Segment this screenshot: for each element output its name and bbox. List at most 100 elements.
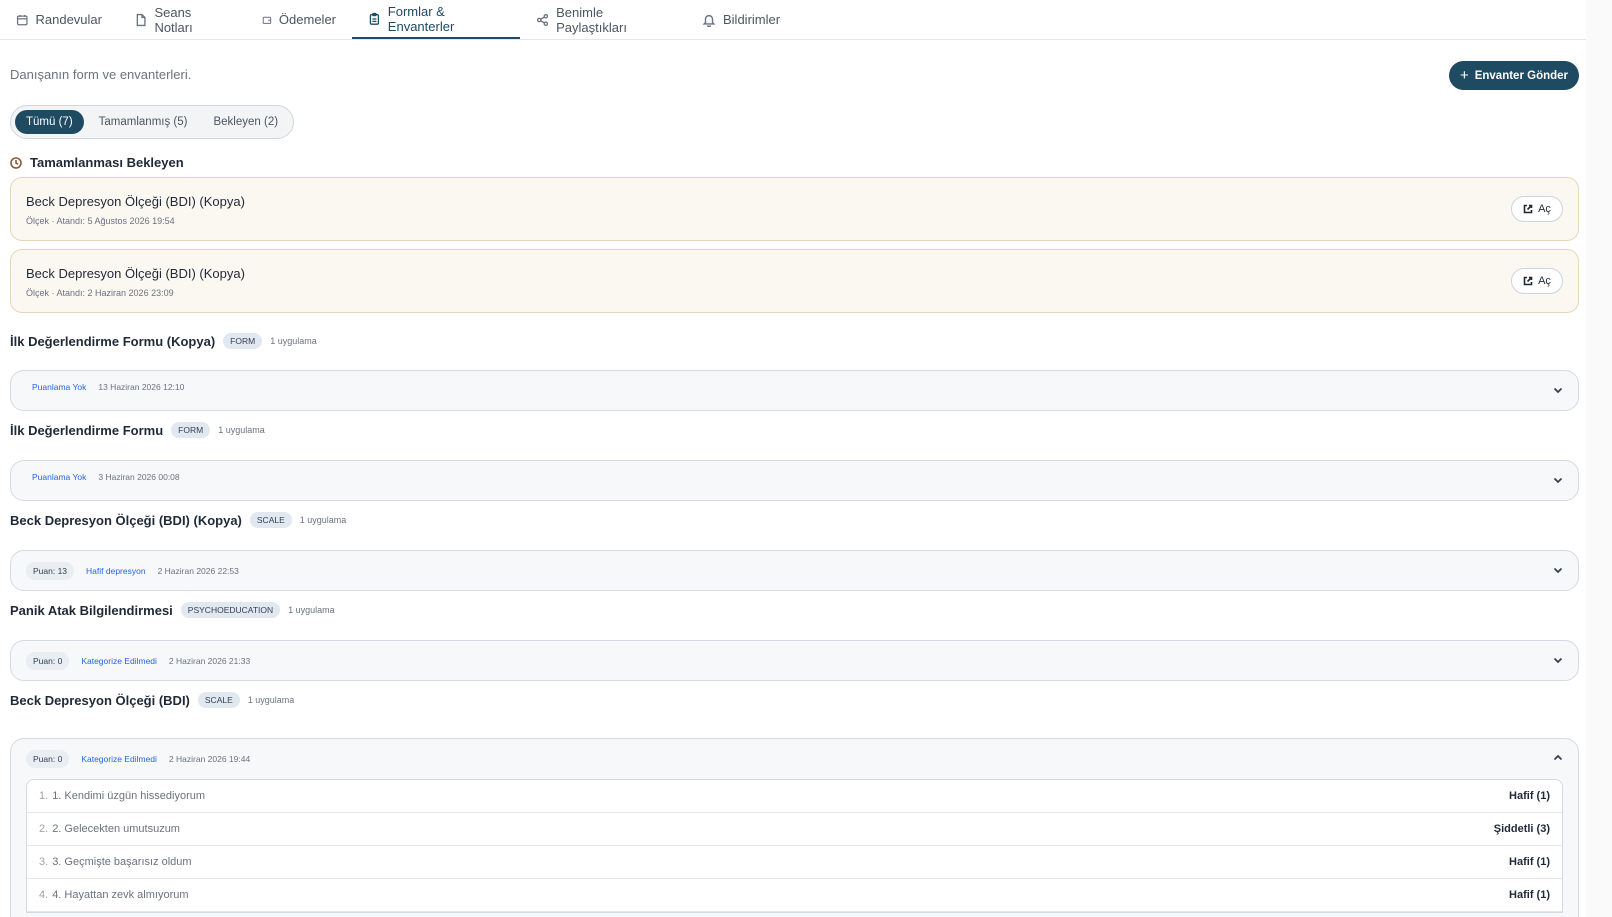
form-result-accordion[interactable]: Puanlama Yok 3 Haziran 2026 00:08 — [10, 460, 1579, 501]
wallet-icon — [262, 16, 272, 24]
form-usage-count: 1 uygulama — [270, 336, 317, 346]
form-type-badge: FORM — [171, 422, 211, 438]
result-category: Hafif depresyon — [86, 566, 146, 576]
page-subtitle: Danışanın form ve envanterleri. — [10, 67, 192, 82]
form-type-badge: PSYCHOEDUCATION — [180, 602, 281, 618]
result-date: 2 Haziran 2026 22:53 — [157, 566, 239, 576]
answer-question: 4. Hayattan zevk almıyorum — [52, 889, 189, 901]
answer-row: 3. 3. Geçmişte başarısız oldum Hafif (1) — [27, 846, 1562, 879]
tab-randevular[interactable]: Randevular — [0, 0, 118, 39]
tab-label: Seans Notları — [154, 4, 193, 35]
pending-item-meta: Ölçek · Atandı: 5 Ağustos 2026 19:54 — [26, 216, 175, 226]
form-header: İlk Değerlendirme Formu (Kopya) FORM 1 u… — [10, 333, 317, 349]
score-badge: Puan: 0 — [26, 750, 70, 768]
tab-label: Formlar & Envanterler — [387, 3, 455, 34]
form-header: Beck Depresyon Ölçeği (BDI) SCALE 1 uygu… — [10, 692, 294, 708]
form-result-accordion-expanded: Puan: 0 Kategorize Edilmedi 2 Haziran 20… — [10, 738, 1579, 917]
tab-label: Randevular — [35, 12, 103, 27]
external-link-icon — [1523, 204, 1533, 214]
result-date: 2 Haziran 2026 19:44 — [168, 754, 251, 764]
result-summary: Puan: 13 Hafif depresyon 2 Haziran 2026 … — [26, 562, 239, 580]
form-type-badge: SCALE — [249, 512, 292, 528]
result-category: Puanlama Yok — [32, 382, 87, 392]
result-date: 13 Haziran 2026 12:10 — [98, 382, 185, 392]
form-usage-count: 1 uygulama — [218, 425, 265, 435]
bell-icon — [702, 14, 716, 27]
form-usage-count: 1 uygulama — [247, 695, 295, 705]
answer-question: 3. Geçmişte başarısız oldum — [52, 856, 192, 868]
chevron-down-icon[interactable] — [1552, 654, 1564, 666]
open-button-label: Aç — [1538, 203, 1551, 215]
chevron-down-icon[interactable] — [1552, 474, 1564, 486]
pending-item: Beck Depresyon Ölçeği (BDI) (Kopya) Ölçe… — [10, 249, 1579, 313]
result-category: Kategorize Edilmedi — [81, 656, 157, 666]
tab-label: Ödemeler — [278, 12, 336, 27]
result-summary: Puanlama Yok 3 Haziran 2026 00:08 — [26, 472, 180, 482]
form-result-accordion[interactable]: Puanlama Yok 13 Haziran 2026 12:10 — [10, 370, 1579, 411]
form-result-accordion[interactable]: Puan: 0 Kategorize Edilmedi 2 Haziran 20… — [10, 640, 1579, 681]
tab-seans-notlari[interactable]: Seans Notları — [118, 0, 246, 39]
answer-value: Şiddetli (3) — [1493, 823, 1550, 835]
form-header: İlk Değerlendirme Formu FORM 1 uygulama — [10, 422, 265, 438]
result-summary: Puan: 0 Kategorize Edilmedi 2 Haziran 20… — [26, 652, 250, 670]
answer-row: 4. 4. Hayattan zevk almıyorum Hafif (1) — [27, 879, 1562, 912]
open-button[interactable]: Aç — [1511, 268, 1563, 294]
open-button[interactable]: Aç — [1511, 196, 1563, 222]
scrollbar[interactable] — [1586, 0, 1612, 917]
filter-pending[interactable]: Bekleyen (2) — [202, 110, 289, 134]
form-title: İlk Değerlendirme Formu — [10, 422, 164, 438]
pending-section-title: Tamamlanması Bekleyen — [30, 155, 184, 170]
chevron-down-icon[interactable] — [1552, 384, 1564, 396]
plus-icon: + — [1459, 67, 1469, 84]
chevron-up-icon[interactable] — [1552, 752, 1564, 764]
form-title: Beck Depresyon Ölçeği (BDI) (Kopya) — [10, 512, 242, 528]
pending-section-header: Tamamlanması Bekleyen — [10, 155, 184, 170]
clock-icon — [10, 156, 22, 169]
filter-group: Tümü (7) Tamamlanmış (5) Bekleyen (2) — [10, 105, 295, 139]
result-category: Puanlama Yok — [32, 472, 87, 482]
answer-row: 2. 2. Gelecekten umutsuzum Şiddetli (3) — [27, 813, 1562, 846]
external-link-icon — [1523, 276, 1533, 286]
document-icon — [136, 13, 146, 26]
open-button-label: Aç — [1538, 275, 1551, 287]
answer-number: 2. — [39, 823, 49, 835]
answer-row: 1. 1. Kendimi üzgün hissediyorum Hafif (1… — [27, 780, 1562, 813]
chevron-down-icon[interactable] — [1552, 564, 1564, 576]
pending-item-title: Beck Depresyon Ölçeği (BDI) (Kopya) — [26, 194, 245, 209]
answers-list: 1. 1. Kendimi üzgün hissediyorum Hafif (1… — [26, 779, 1563, 913]
calendar-icon — [16, 14, 28, 25]
tab-label: Bildirimler — [723, 12, 781, 27]
answer-question: 1. Kendimi üzgün hissediyorum — [52, 790, 206, 802]
answer-question: 2. Gelecekten umutsuzum — [52, 823, 180, 835]
form-title: Panik Atak Bilgilendirmesi — [10, 602, 173, 618]
tab-label: Benimle Paylaştıkları — [556, 4, 627, 35]
result-category: Kategorize Edilmedi — [81, 754, 157, 764]
answer-value: Hafif (1) — [1509, 856, 1550, 868]
tab-odemeler[interactable]: Ödemeler — [246, 0, 352, 39]
tab-bar: Randevular Seans Notları Ödemeler Formla… — [0, 0, 1586, 40]
send-inventory-label: Envanter Gönder — [1474, 69, 1569, 82]
filter-all[interactable]: Tümü (7) — [15, 110, 84, 134]
filter-completed[interactable]: Tamamlanmış (5) — [88, 110, 199, 134]
result-summary: Puan: 0 Kategorize Edilmedi 2 Haziran 20… — [26, 750, 250, 768]
accordion-header[interactable]: Puan: 0 Kategorize Edilmedi 2 Haziran 20… — [11, 739, 1578, 779]
pending-item-meta: Ölçek · Atandı: 2 Haziran 2026 23:09 — [26, 288, 174, 298]
tab-bildirimler[interactable]: Bildirimler — [686, 0, 798, 39]
tab-benimle-paylastiklari[interactable]: Benimle Paylaştıkları — [520, 0, 686, 39]
pending-item-title: Beck Depresyon Ölçeği (BDI) (Kopya) — [26, 266, 245, 281]
form-header: Beck Depresyon Ölçeği (BDI) (Kopya) SCAL… — [10, 512, 346, 528]
form-usage-count: 1 uygulama — [288, 605, 335, 615]
score-badge: Puan: 13 — [26, 562, 75, 580]
send-inventory-button[interactable]: + Envanter Gönder — [1449, 61, 1579, 90]
answer-number: 3. — [39, 856, 49, 868]
form-type-badge: SCALE — [197, 692, 240, 708]
form-result-accordion[interactable]: Puan: 13 Hafif depresyon 2 Haziran 2026 … — [10, 550, 1579, 591]
result-date: 2 Haziran 2026 21:33 — [168, 656, 251, 666]
tab-formlar-envanterler[interactable]: Formlar & Envanterler — [352, 0, 520, 39]
pending-item: Beck Depresyon Ölçeği (BDI) (Kopya) Ölçe… — [10, 177, 1579, 241]
form-title: İlk Değerlendirme Formu (Kopya) — [10, 333, 216, 349]
answer-value: Hafif (1) — [1509, 790, 1550, 802]
share-icon — [536, 13, 549, 26]
score-badge: Puan: 0 — [26, 652, 70, 670]
answer-number: 4. — [39, 889, 49, 901]
